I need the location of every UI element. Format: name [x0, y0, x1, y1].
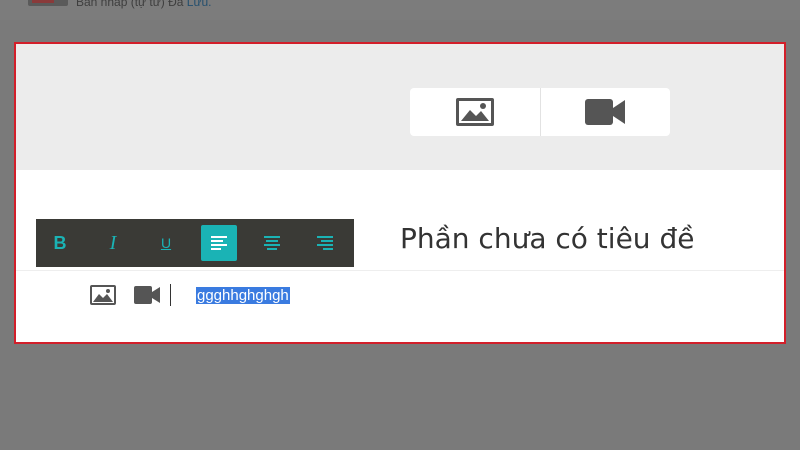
section-divider	[16, 270, 784, 271]
italic-button[interactable]: I	[95, 225, 131, 261]
insert-header-image-button[interactable]	[410, 88, 540, 136]
section-title-input[interactable]: Phần chưa có tiêu đề	[400, 222, 694, 255]
align-right-button[interactable]	[307, 225, 343, 261]
top-status-bar: Bản nháp (tự từ) Đã Lưu.	[0, 0, 800, 20]
insert-inline-image-button[interactable]	[90, 285, 116, 305]
align-center-button[interactable]	[254, 225, 290, 261]
draft-status-text: Bản nháp (tự từ) Đã	[76, 0, 184, 9]
underline-button[interactable]: U	[148, 225, 184, 261]
image-icon	[455, 98, 494, 126]
inline-media-buttons	[90, 282, 178, 308]
align-right-icon	[317, 236, 333, 250]
format-toolbar: B I U	[36, 219, 354, 267]
editor-section-card: Phần chưa có tiêu đề B I U ggghhghghgh	[14, 42, 786, 344]
video-camera-icon	[134, 286, 160, 304]
video-camera-icon	[585, 99, 626, 125]
selected-text: ggghhghghgh	[196, 287, 290, 304]
header-media-buttons	[410, 88, 670, 136]
text-cursor	[170, 284, 171, 306]
bold-button[interactable]: B	[42, 225, 78, 261]
insert-inline-video-button[interactable]	[134, 286, 160, 304]
saved-link[interactable]: Lưu.	[187, 0, 212, 9]
image-icon	[90, 285, 116, 305]
insert-header-video-button[interactable]	[539, 88, 671, 136]
section-body-text[interactable]: ggghhghghgh	[196, 287, 290, 304]
align-center-icon	[264, 236, 280, 250]
thumbnail-image	[28, 0, 68, 6]
draft-status: Bản nháp (tự từ) Đã Lưu.	[76, 0, 212, 9]
align-left-button[interactable]	[201, 225, 237, 261]
section-header-area	[16, 44, 784, 170]
align-left-icon	[211, 236, 227, 250]
